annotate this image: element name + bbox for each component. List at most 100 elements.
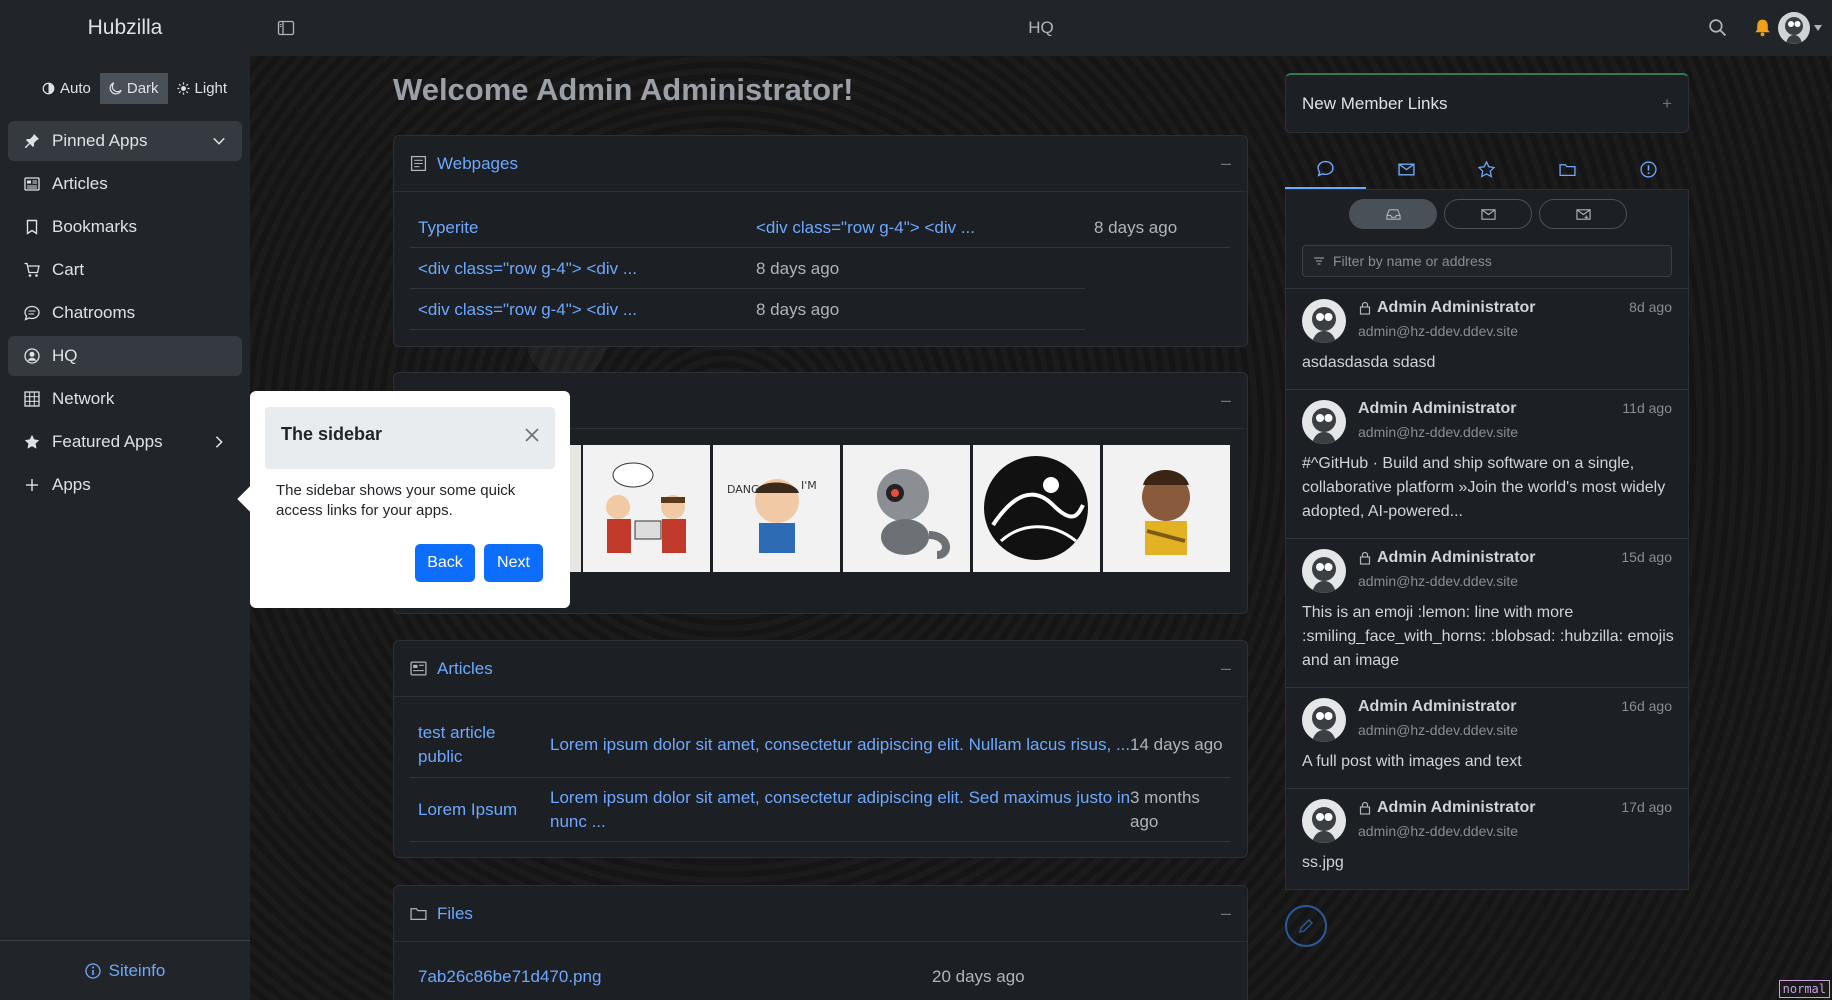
sidebar-item-apps[interactable]: Apps: [8, 465, 242, 505]
article-summary-link[interactable]: nunc ...: [550, 812, 606, 832]
message-text: This is an emoji :lemon: line with more …: [1302, 604, 1674, 669]
message-author[interactable]: Admin Administrator: [1358, 549, 1536, 567]
compose-button[interactable]: [1285, 905, 1327, 947]
message-author[interactable]: Admin Administrator: [1358, 400, 1517, 418]
message-item[interactable]: Admin Administrator admin@hz-ddev.ddev.s…: [1286, 389, 1688, 538]
theme-light-label: Light: [194, 80, 228, 97]
sun-icon: [176, 82, 190, 95]
article-summary-link[interactable]: Lorem ipsum dolor sit amet, consectetur …: [550, 735, 1130, 755]
article-summary-link[interactable]: Lorem ipsum dolor sit amet, consectetur …: [550, 788, 1130, 808]
user-avatar[interactable]: [1778, 12, 1810, 44]
grid-icon: [24, 391, 40, 407]
image-thumbnail[interactable]: [973, 445, 1100, 572]
tab-notices[interactable]: [1608, 149, 1689, 189]
sidebar-item-bookmarks[interactable]: Bookmarks: [8, 207, 242, 247]
caret-down-icon[interactable]: [1814, 25, 1822, 31]
message-author[interactable]: Admin Administrator: [1358, 299, 1536, 317]
author-address: admin@hz-ddev.ddev.site: [1358, 424, 1518, 440]
tab-starred[interactable]: [1447, 149, 1528, 189]
webpage-snippet-link[interactable]: <div class="row g-4"> <div ...: [756, 218, 975, 238]
article-link[interactable]: public: [418, 747, 462, 767]
expand-icon[interactable]: +: [1662, 94, 1672, 114]
sidebar-item-pinned-apps[interactable]: Pinned Apps: [8, 121, 242, 161]
tab-conversations[interactable]: [1285, 149, 1366, 189]
avatar: [1302, 299, 1346, 343]
back-button[interactable]: Back: [415, 544, 475, 582]
image-thumbnail[interactable]: [1103, 445, 1230, 572]
sidebar-item-hq[interactable]: HQ: [8, 336, 242, 376]
new-member-links-widget[interactable]: New Member Links +: [1285, 73, 1689, 133]
search-icon[interactable]: [1708, 18, 1727, 37]
bookmark-icon: [26, 219, 38, 235]
minimize-icon[interactable]: –: [1221, 153, 1231, 174]
chat-icon: [24, 305, 40, 321]
half-circle-icon: [42, 82, 55, 95]
message-author[interactable]: Admin Administrator: [1358, 799, 1536, 817]
sidebar-item-chatrooms[interactable]: Chatrooms: [8, 293, 242, 333]
theme-auto-button[interactable]: Auto: [33, 73, 100, 104]
message-author[interactable]: Admin Administrator: [1358, 698, 1517, 716]
message-time: 15d ago: [1621, 549, 1672, 565]
sidebar-item-label: HQ: [52, 346, 78, 365]
message-item[interactable]: Admin Administrator admin@hz-ddev.ddev.s…: [1286, 538, 1688, 687]
newspaper-icon: [24, 177, 40, 191]
webpage-link[interactable]: Typerite: [418, 218, 478, 238]
avatar-image: [1312, 557, 1336, 593]
message-item[interactable]: Admin Administrator admin@hz-ddev.ddev.s…: [1286, 687, 1688, 788]
folder-icon: [1559, 163, 1576, 176]
file-link[interactable]: 7ab26c86be71d470.png: [418, 967, 601, 987]
next-button[interactable]: Next: [484, 544, 543, 582]
tab-files[interactable]: [1527, 149, 1608, 189]
sidebar-item-network[interactable]: Network: [8, 379, 242, 419]
mode-badge: normal: [1778, 980, 1830, 998]
message-text: ss.jpg: [1302, 854, 1344, 871]
star-icon: [24, 434, 40, 449]
envelope-plus-icon: [1575, 208, 1591, 220]
bell-icon[interactable]: [1753, 18, 1772, 37]
filter-pill-other[interactable]: [1539, 199, 1627, 229]
pencil-icon: [1299, 919, 1313, 933]
lock-icon: [1359, 551, 1371, 565]
webpages-widget-header[interactable]: Webpages –: [394, 136, 1247, 192]
image-thumbnail[interactable]: [843, 445, 970, 572]
minimize-icon[interactable]: –: [1221, 658, 1231, 679]
message-item[interactable]: Admin Administrator admin@hz-ddev.ddev.s…: [1286, 788, 1688, 889]
files-widget-header[interactable]: Files –: [394, 886, 1247, 942]
minimize-icon[interactable]: –: [1221, 390, 1231, 411]
close-icon[interactable]: [523, 426, 541, 444]
author-address: admin@hz-ddev.ddev.site: [1358, 722, 1518, 738]
filter-pill-direct[interactable]: [1444, 199, 1532, 229]
author-address: admin@hz-ddev.ddev.site: [1358, 323, 1518, 339]
exclamation-circle-icon: [1640, 160, 1657, 178]
page-title: HQ: [1028, 18, 1054, 37]
brand-logo[interactable]: Hubzilla: [0, 0, 250, 56]
filter-icon: [1314, 257, 1324, 265]
filter-placeholder: Filter by name or address: [1333, 253, 1492, 269]
author-name: Admin Administrator: [1358, 698, 1517, 715]
sidebar-item-cart[interactable]: Cart: [8, 250, 242, 290]
tab-messages[interactable]: [1366, 149, 1447, 189]
article-link[interactable]: Lorem Ipsum: [418, 800, 517, 820]
articles-widget-header[interactable]: Articles –: [394, 641, 1247, 697]
author-name: Admin Administrator: [1377, 549, 1536, 566]
minimize-icon[interactable]: –: [1221, 903, 1231, 924]
sidebar-item-label: Cart: [52, 260, 85, 279]
webpage-link[interactable]: <div class="row g-4"> <div ...: [418, 300, 637, 320]
left-sidebar: Hubzilla Auto Dark Light Pinned Apps Art…: [0, 0, 250, 1000]
sidebar-item-featured-apps[interactable]: Featured Apps: [8, 422, 242, 462]
newspaper-icon: [410, 661, 427, 676]
message-item[interactable]: Admin Administrator admin@hz-ddev.ddev.s…: [1286, 288, 1688, 389]
cart-icon: [24, 262, 40, 277]
siteinfo-link[interactable]: Siteinfo: [0, 940, 250, 1000]
avatar-image: [1312, 706, 1336, 742]
image-thumbnail[interactable]: [583, 445, 710, 572]
webpage-link[interactable]: <div class="row g-4"> <div ...: [418, 259, 637, 279]
article-link[interactable]: test article: [418, 723, 495, 743]
filter-input[interactable]: Filter by name or address: [1302, 245, 1672, 277]
theme-light-button[interactable]: Light: [168, 73, 237, 104]
avatar-image: [1785, 17, 1803, 44]
filter-pill-inbox[interactable]: [1349, 199, 1437, 229]
image-thumbnail[interactable]: DANG I'M: [713, 445, 840, 572]
sidebar-item-articles[interactable]: Articles: [8, 164, 242, 204]
theme-dark-button[interactable]: Dark: [99, 73, 168, 104]
